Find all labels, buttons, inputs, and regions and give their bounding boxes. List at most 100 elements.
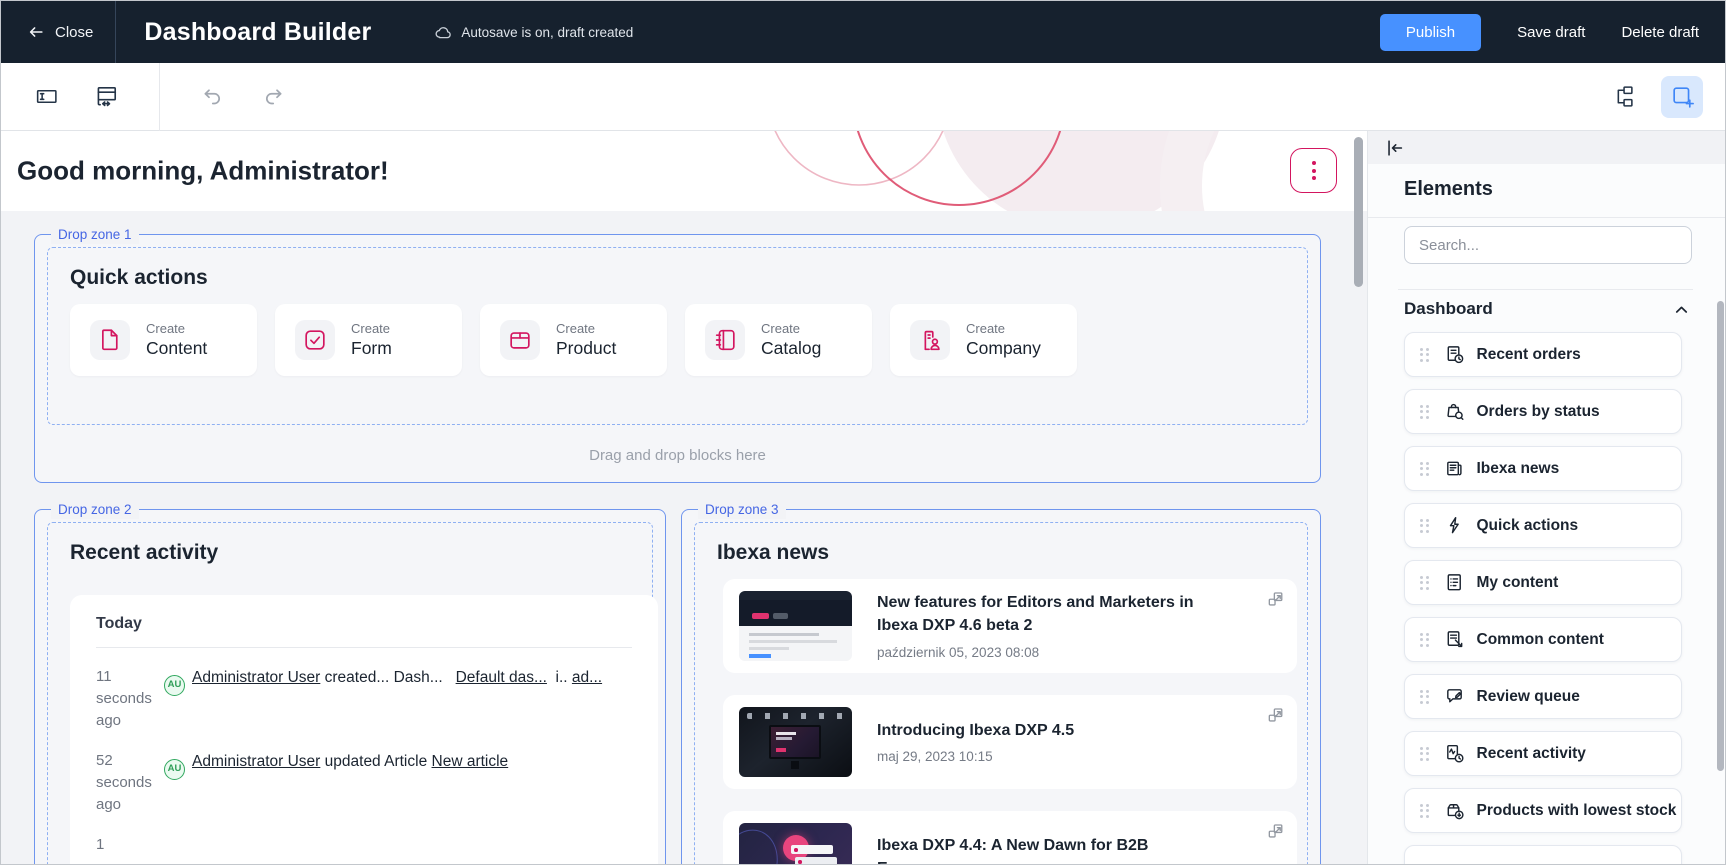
drop-hint-text: Drag and drop blocks here <box>35 447 1320 464</box>
quick-actions-icon <box>1444 515 1465 536</box>
content-link[interactable]: New article <box>432 753 509 770</box>
element-orders-by-status[interactable]: Orders by status <box>1404 389 1682 434</box>
divider <box>96 647 632 648</box>
element-label: Recent activity <box>1477 745 1586 763</box>
cloud-icon <box>433 23 452 42</box>
delete-draft-button[interactable]: Delete draft <box>1621 24 1699 41</box>
drag-handle-icon[interactable] <box>1420 576 1429 590</box>
create-catalog-card[interactable]: Create Catalog <box>685 304 872 376</box>
avatar: AU <box>164 675 185 696</box>
dashboard-builder-app: Close Dashboard Builder Autosave is on, … <box>0 0 1726 865</box>
element-quick-actions[interactable]: Quick actions <box>1404 503 1682 548</box>
news-item[interactable]: New features for Editors and Marketers i… <box>723 579 1297 673</box>
element-common-content[interactable]: Common content <box>1404 617 1682 662</box>
element-label: Review queue <box>1477 688 1580 706</box>
news-item-title: New features for Editors and Marketers i… <box>877 592 1237 637</box>
external-link-icon[interactable] <box>1266 705 1285 724</box>
my-content-icon <box>1444 572 1465 593</box>
divider <box>1398 289 1693 290</box>
structure-view-button[interactable] <box>1601 76 1643 118</box>
card-kicker: Create <box>556 321 616 336</box>
quick-actions-title: Quick actions <box>48 248 1307 290</box>
card-label: Form <box>351 338 392 359</box>
card-kicker: Create <box>761 321 821 336</box>
drag-handle-icon[interactable] <box>1420 747 1429 761</box>
drop-zone-1[interactable]: Drop zone 1 Quick actions Create Content <box>34 234 1321 483</box>
ibexa-news-block[interactable]: Ibexa news New features for Editors and … <box>694 522 1308 865</box>
product-box-icon <box>500 320 540 360</box>
external-link-icon[interactable] <box>1266 821 1285 840</box>
drop-zone-2[interactable]: Drop zone 2 Recent activity Today 11 sec… <box>34 509 666 865</box>
activity-timestamp: 52 seconds ago <box>96 750 154 816</box>
drop-zone-3[interactable]: Drop zone 3 Ibexa news New features for … <box>681 509 1321 865</box>
element-my-content[interactable]: My content <box>1404 560 1682 605</box>
drag-handle-icon[interactable] <box>1420 804 1429 818</box>
collapse-panel-button[interactable] <box>1382 135 1408 161</box>
page-options-button[interactable] <box>1290 148 1337 193</box>
close-button[interactable]: Close <box>1 1 115 63</box>
panel-scrollbar[interactable] <box>1717 301 1724 771</box>
elements-panel: Elements Dashboard Recent orders <box>1367 131 1726 865</box>
builder-toolbar <box>1 63 1726 131</box>
user-link[interactable]: Administrator User <box>192 753 320 770</box>
recent-activity-title: Recent activity <box>48 523 652 565</box>
create-content-card[interactable]: Create Content <box>70 304 257 376</box>
ibexa-news-title: Ibexa news <box>695 523 1307 565</box>
element-label: Common content <box>1477 631 1604 649</box>
drag-handle-icon[interactable] <box>1420 462 1429 476</box>
activity-item: 1 <box>96 834 632 856</box>
create-company-card[interactable]: Create Company <box>890 304 1077 376</box>
navbar-actions: Publish Save draft Delete draft <box>1380 14 1726 51</box>
undo-icon <box>200 84 226 110</box>
element-recent-orders[interactable]: Recent orders <box>1404 332 1682 377</box>
external-link-icon[interactable] <box>1266 589 1285 608</box>
drag-handle-icon[interactable] <box>1420 519 1429 533</box>
layout-resize-tool-button[interactable] <box>85 76 127 118</box>
element-recent-activity[interactable]: Recent activity <box>1404 731 1682 776</box>
save-draft-button[interactable]: Save draft <box>1517 24 1585 41</box>
content-link[interactable]: ad... <box>572 669 602 686</box>
dashboard-section-header[interactable]: Dashboard <box>1404 299 1691 319</box>
toolbar-left <box>1 63 294 130</box>
card-kicker: Create <box>146 321 207 336</box>
drag-handle-icon[interactable] <box>1420 348 1429 362</box>
avatar: AU <box>164 759 185 780</box>
elements-list: Recent orders Orders by status Ibexa new… <box>1404 332 1682 865</box>
element-label: Products with lowest stock <box>1477 802 1677 820</box>
activity-item: 52 seconds ago AUAdministrator User upda… <box>96 750 632 816</box>
collapse-arrow-icon <box>1384 137 1406 159</box>
user-link[interactable]: Administrator User <box>192 669 320 686</box>
news-thumbnail-abstract <box>739 823 852 865</box>
publish-button[interactable]: Publish <box>1380 14 1481 51</box>
add-element-button[interactable] <box>1661 76 1703 118</box>
elements-search-input[interactable] <box>1404 226 1692 264</box>
element-review-queue[interactable]: Review queue <box>1404 674 1682 719</box>
element-label: Orders by status <box>1477 403 1600 421</box>
content-link[interactable]: Default das... <box>456 669 547 686</box>
news-thumbnail-website <box>739 591 852 661</box>
element-ibexa-news[interactable]: Ibexa news <box>1404 446 1682 491</box>
activity-list-card: Today 11 seconds ago AUAdministrator Use… <box>70 595 658 865</box>
dashboard-page-header: Good morning, Administrator! <box>1 131 1367 211</box>
element-label: Ibexa news <box>1477 460 1560 478</box>
element-partial[interactable] <box>1404 845 1682 865</box>
quick-actions-block[interactable]: Quick actions Create Content <box>47 247 1308 425</box>
builder-canvas: Good morning, Administrator! Drop zone 1… <box>1 131 1367 865</box>
news-item[interactable]: Introducing Ibexa DXP 4.5 maj 29, 2023 1… <box>723 695 1297 789</box>
news-item[interactable]: Ibexa DXP 4.4: A New Dawn for B2B Ecomme… <box>723 811 1297 865</box>
kebab-menu-icon <box>1312 161 1316 180</box>
drag-handle-icon[interactable] <box>1420 633 1429 647</box>
drag-handle-icon[interactable] <box>1420 690 1429 704</box>
recent-activity-block[interactable]: Recent activity Today 11 seconds ago AUA… <box>47 522 653 865</box>
section-label: Dashboard <box>1404 299 1493 319</box>
activity-description: AUAdministrator User created... Dash... … <box>164 666 602 732</box>
input-field-tool-button[interactable] <box>25 76 67 118</box>
create-form-card[interactable]: Create Form <box>275 304 462 376</box>
redo-button[interactable] <box>252 76 294 118</box>
element-products-lowest-stock[interactable]: Products with lowest stock <box>1404 788 1682 833</box>
main-scrollbar[interactable] <box>1354 137 1363 287</box>
undo-button[interactable] <box>192 76 234 118</box>
drag-handle-icon[interactable] <box>1420 405 1429 419</box>
arrow-left-icon <box>27 23 45 41</box>
create-product-card[interactable]: Create Product <box>480 304 667 376</box>
